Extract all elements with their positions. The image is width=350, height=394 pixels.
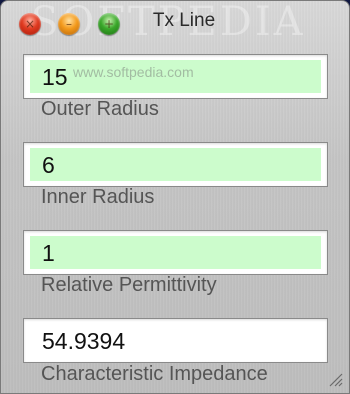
title-bar[interactable]: SOFTPEDIA × – + Tx Line — [1, 1, 349, 45]
relative-permittivity-input-fill — [30, 236, 321, 269]
outer-radius-input-fill — [30, 60, 321, 93]
relative-permittivity-label: Relative Permittivity — [41, 274, 217, 296]
inner-radius-field[interactable]: 6 — [23, 142, 328, 187]
outer-radius-value[interactable]: 15 — [42, 64, 68, 91]
outer-radius-field[interactable]: 15 — [23, 54, 328, 99]
inner-radius-label: Inner Radius — [41, 186, 155, 208]
inner-radius-input-fill — [30, 148, 321, 181]
characteristic-impedance-field: 54.9394 — [23, 318, 328, 363]
characteristic-impedance-label: Characteristic Impedance — [41, 363, 268, 385]
resize-grip-icon[interactable] — [327, 371, 343, 387]
relative-permittivity-value[interactable]: 1 — [42, 240, 55, 267]
window-title: Tx Line — [152, 10, 216, 31]
inner-radius-value[interactable]: 6 — [42, 152, 55, 179]
relative-permittivity-field[interactable]: 1 — [23, 230, 328, 275]
characteristic-impedance-value: 54.9394 — [42, 328, 126, 354]
tx-line-window: SOFTPEDIA × – + Tx Line 15 www.softpedia… — [0, 0, 350, 394]
outer-radius-label: Outer Radius — [41, 98, 159, 120]
